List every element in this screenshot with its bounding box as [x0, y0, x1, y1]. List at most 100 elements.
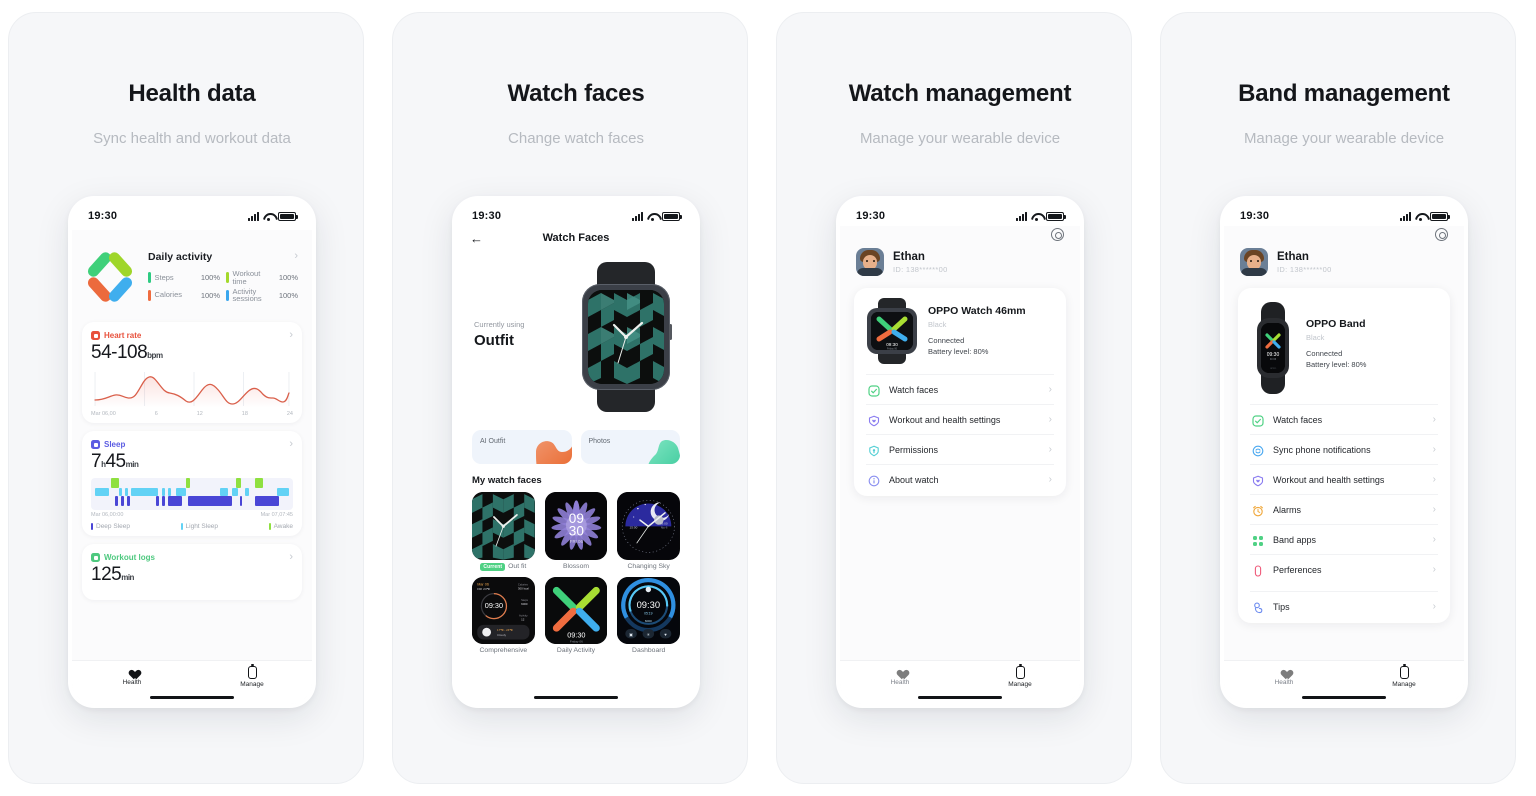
- watch-face-item[interactable]: 15:00 18:00 Nov 6 Changing Sky: [617, 492, 680, 571]
- signal-icon: [632, 211, 643, 221]
- wifi-icon: [263, 212, 274, 221]
- tab-manage[interactable]: Manage: [217, 664, 287, 688]
- home-indicator: [1302, 696, 1386, 699]
- daily-activity-section[interactable]: Daily activity › Steps 100% Workout time…: [72, 230, 312, 314]
- menu-separator: [1250, 584, 1438, 591]
- phone-mockup-health: 19:30 Daily activity › Steps 100% Workou…: [68, 196, 316, 708]
- status-bar: 19:30: [1224, 200, 1464, 226]
- svg-text:30: 30: [568, 524, 583, 539]
- axis-tick: 6: [154, 411, 158, 417]
- chevron-right-icon[interactable]: ›: [289, 439, 293, 450]
- sync-icon: [1252, 444, 1264, 456]
- watch-face-caption: Current Out fit: [472, 562, 535, 571]
- daily-activity-title: Daily activity: [148, 250, 213, 263]
- menu-item-tips[interactable]: Tips ›: [1250, 591, 1438, 621]
- watch-face-item[interactable]: Current Out fit: [472, 492, 535, 571]
- tile-label: Photos: [588, 438, 611, 445]
- stat-value: 100%: [200, 290, 220, 300]
- menu-item-watch-faces[interactable]: Watch faces ›: [866, 374, 1054, 404]
- svg-text:FRI 24℃: FRI 24℃: [477, 587, 490, 591]
- gear-icon[interactable]: [1435, 228, 1448, 241]
- legend-awake: Awake: [268, 523, 293, 530]
- axis-tick: Mar 06,00: [91, 411, 116, 417]
- bottom-tab-bar: Health Manage: [1224, 660, 1464, 704]
- bottom-tab-bar: Health Manage: [72, 660, 312, 704]
- watch-face-name: Dashboard: [632, 647, 666, 655]
- menu-item-perferences[interactable]: Perferences ›: [1250, 554, 1438, 584]
- menu-label: Watch faces: [889, 384, 939, 395]
- watch-face-name: Changing Sky: [627, 562, 670, 570]
- sleep-range-start: Mar 06,00:00: [91, 512, 124, 518]
- device-color: Black: [1306, 333, 1325, 342]
- panel-band-management: Band management Manage your wearable dev…: [1152, 0, 1536, 796]
- battery-icon: [1046, 211, 1066, 221]
- menu-label: About watch: [889, 474, 939, 485]
- watch-face-item[interactable]: Mar 06 FRI 24℃ Calories 300 kcal Steps 6…: [472, 576, 535, 655]
- current-badge: Current: [480, 562, 506, 571]
- axis-tick: 18: [241, 411, 248, 417]
- watch-face-item[interactable]: 09:30 Friday 06 Daily Activity: [544, 576, 608, 654]
- menu-item-workout-health-settings[interactable]: Workout and health settings ›: [866, 404, 1054, 434]
- svg-text:15:00: 15:00: [630, 525, 638, 529]
- watch-preview: [578, 262, 674, 412]
- tab-health[interactable]: Health: [1249, 666, 1319, 686]
- chevron-right-icon[interactable]: ›: [289, 552, 293, 563]
- sleep-card[interactable]: Sleep › 7h45min Mar 06,00:00 Mar 07,07:4…: [82, 431, 302, 536]
- menu-item-workout-health-settings[interactable]: Workout and health settings ›: [1250, 464, 1438, 494]
- svg-text:Mar 06: Mar 06: [477, 582, 489, 586]
- page-subtitle: Sync health and workout data: [93, 130, 291, 147]
- workout-minutes: 125: [91, 564, 122, 585]
- watch-faces-grid: Current Out fit 09 30 FRI 06 Blossom 15:…: [456, 486, 696, 654]
- sleep-legend: Deep Sleep Light Sleep Awake: [91, 523, 293, 530]
- watch-face-caption: Daily Activity: [545, 647, 608, 654]
- menu-item-watch-faces[interactable]: Watch faces ›: [1250, 404, 1438, 434]
- profile-name: Ethan: [1277, 250, 1309, 263]
- signal-icon: [1016, 211, 1027, 221]
- svg-text:12: 12: [521, 617, 525, 621]
- workout-logs-card[interactable]: Workout logs › 125min: [82, 544, 302, 600]
- tab-health[interactable]: Health: [97, 666, 167, 686]
- svg-text:09:30: 09:30: [485, 601, 503, 610]
- page-title: Health data: [128, 80, 256, 107]
- profile-name: Ethan: [893, 250, 925, 263]
- watch-face-item[interactable]: 09 30 FRI 06 Blossom: [544, 492, 608, 571]
- menu-item-sync-phone-notifications[interactable]: Sync phone notifications ›: [1250, 434, 1438, 464]
- menu-item-alarms[interactable]: Alarms ›: [1250, 494, 1438, 524]
- menu-item-about-watch[interactable]: About watch ›: [866, 464, 1054, 494]
- watch-face-name: Blossom: [562, 562, 590, 570]
- watch-icon: [1399, 664, 1409, 679]
- heart-rate-icon: [91, 331, 100, 340]
- menu-label: Watch faces: [1273, 414, 1323, 425]
- gear-icon[interactable]: [1051, 228, 1064, 241]
- device-menu: Watch faces › Workout and health setting…: [854, 374, 1066, 494]
- watch-face-item[interactable]: 09:30 05:19 6000 ▣ ✳ ♥ Dashboard: [617, 576, 680, 654]
- heart-rate-value: 54-108bpm: [91, 342, 293, 364]
- svg-text:05:19: 05:19: [644, 611, 652, 615]
- workout-logs-value: 125min: [91, 564, 293, 586]
- status-time: 19:30: [472, 210, 502, 222]
- tile-photos[interactable]: Photos: [580, 430, 680, 464]
- tab-manage[interactable]: Manage: [985, 664, 1055, 688]
- stat-steps: Steps 100%: [148, 270, 220, 286]
- chevron-right-icon[interactable]: ›: [289, 330, 293, 341]
- watch-face-icon: [868, 384, 880, 397]
- tile-ai-outfit[interactable]: AI Outfit: [472, 430, 572, 464]
- heart-rate-card[interactable]: Heart rate › 54-108bpm Mar 06,00 6 12 18…: [82, 322, 302, 423]
- menu-item-band-apps[interactable]: Band apps ›: [1250, 524, 1438, 554]
- heart-rate-chart: [91, 368, 293, 410]
- sleep-icon: [91, 440, 100, 449]
- status-bar: 19:30: [72, 200, 312, 226]
- photos-blob-icon: [648, 439, 680, 464]
- stat-calories: Calories 100%: [148, 288, 220, 304]
- sleep-range-labels: Mar 06,00:00 Mar 07,07:45: [91, 512, 293, 518]
- watch-face-caption: Dashboard: [617, 647, 680, 654]
- profile-row[interactable]: Ethan ID: 138******00: [840, 241, 1080, 276]
- tab-health[interactable]: Health: [865, 666, 935, 686]
- profile-row[interactable]: Ethan ID: 138******00: [1224, 241, 1464, 276]
- axis-tick: 12: [196, 411, 203, 417]
- chevron-right-icon[interactable]: ›: [294, 251, 298, 262]
- watch-face-name: Daily Activity: [556, 647, 596, 655]
- tab-manage[interactable]: Manage: [1369, 664, 1439, 688]
- menu-item-permissions[interactable]: Permissions ›: [866, 434, 1054, 464]
- menu-label: Permissions: [889, 444, 939, 455]
